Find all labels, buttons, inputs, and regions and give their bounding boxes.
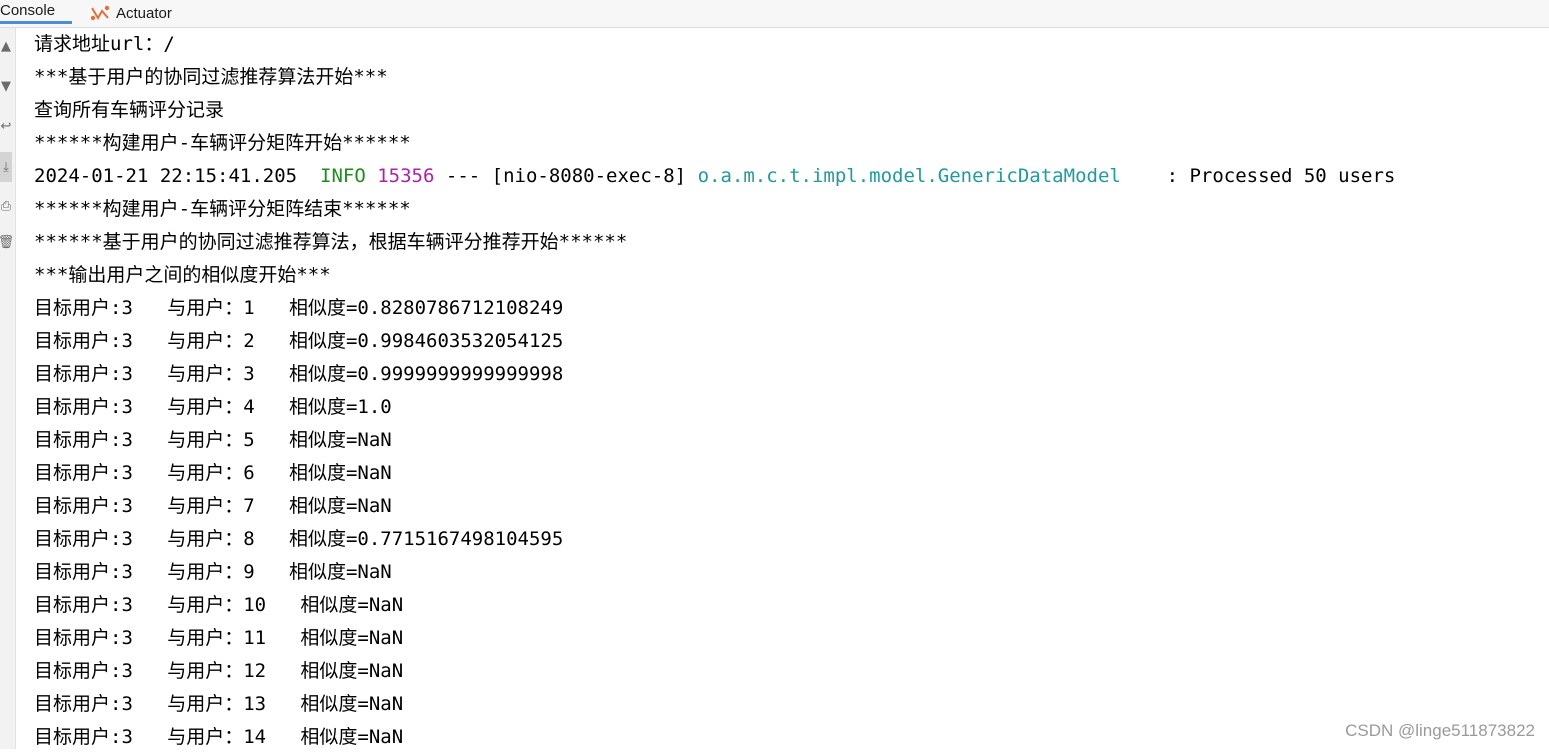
log-thread: [nio-8080-exec-8] — [492, 165, 686, 187]
tool-window-tabbar: Console Actuator — [0, 0, 1549, 28]
tab-actuator[interactable]: Actuator — [90, 0, 172, 26]
console-line: 目标用户:3 与用户：10 相似度=NaN — [34, 589, 1534, 622]
log-timestamp: 2024-01-21 22:15:41.205 — [34, 165, 297, 187]
soft-wrap-icon[interactable]: ↩ — [0, 116, 12, 136]
log-line: 2024-01-21 22:15:41.205 INFO 15356 --- [… — [34, 160, 1534, 193]
console-line: 请求地址url：/ — [34, 28, 1534, 61]
console-output: 请求地址url：/ ***基于用户的协同过滤推荐算法开始*** 查询所有车辆评分… — [34, 28, 1534, 754]
tab-console[interactable]: Console — [0, 0, 72, 24]
console-line: ******构建用户-车辆评分矩阵开始****** — [34, 127, 1534, 160]
scroll-to-end-icon[interactable]: ⤓ — [0, 152, 12, 182]
console-line: ***基于用户的协同过滤推荐算法开始*** — [34, 61, 1534, 94]
console-line: 目标用户:3 与用户：3 相似度=0.9999999999999998 — [34, 358, 1534, 391]
down-arrow-icon[interactable]: ▼ — [0, 76, 12, 96]
console-line: 目标用户:3 与用户：11 相似度=NaN — [34, 622, 1534, 655]
console-line: 目标用户:3 与用户：6 相似度=NaN — [34, 457, 1534, 490]
console-line: ***输出用户之间的相似度开始*** — [34, 259, 1534, 292]
console-line: ******构建用户-车辆评分矩阵结束****** — [34, 193, 1534, 226]
console-line: 目标用户:3 与用户：8 相似度=0.7715167498104595 — [34, 523, 1534, 556]
log-separator: --- — [446, 165, 480, 187]
console-line: 目标用户:3 与用户：9 相似度=NaN — [34, 556, 1534, 589]
log-level: INFO — [320, 165, 366, 187]
console-line: 目标用户:3 与用户：2 相似度=0.9984603532054125 — [34, 325, 1534, 358]
console-line: 目标用户:3 与用户：4 相似度=1.0 — [34, 391, 1534, 424]
console-line: ******基于用户的协同过滤推荐算法，根据车辆评分推荐开始****** — [34, 226, 1534, 259]
console-line: 目标用户:3 与用户：5 相似度=NaN — [34, 424, 1534, 457]
console-line: 目标用户:3 与用户：12 相似度=NaN — [34, 655, 1534, 688]
print-icon[interactable]: ⎙ — [0, 196, 12, 216]
tab-console-label: Console — [0, 2, 55, 19]
console-line: 查询所有车辆评分记录 — [34, 94, 1534, 127]
log-logger[interactable]: o.a.m.c.t.impl.model.GenericDataModel — [698, 165, 1121, 187]
console-toolbar: ▲ ▼ ↩ ⤓ ⎙ 🗑 — [0, 28, 16, 749]
console-line: 目标用户:3 与用户：7 相似度=NaN — [34, 490, 1534, 523]
console-line: 目标用户:3 与用户：13 相似度=NaN — [34, 688, 1534, 721]
up-arrow-icon[interactable]: ▲ — [0, 36, 12, 56]
actuator-icon — [90, 5, 110, 21]
log-message: : Processed 50 users — [1167, 165, 1396, 187]
watermark: CSDN @linge511873822 — [1345, 721, 1535, 741]
console-line: 目标用户:3 与用户：14 相似度=NaN — [34, 721, 1534, 754]
log-pid: 15356 — [377, 165, 434, 187]
console-line: 目标用户:3 与用户：1 相似度=0.8280786712108249 — [34, 292, 1534, 325]
tab-actuator-label: Actuator — [116, 5, 172, 22]
clear-all-icon[interactable]: 🗑 — [0, 232, 12, 252]
